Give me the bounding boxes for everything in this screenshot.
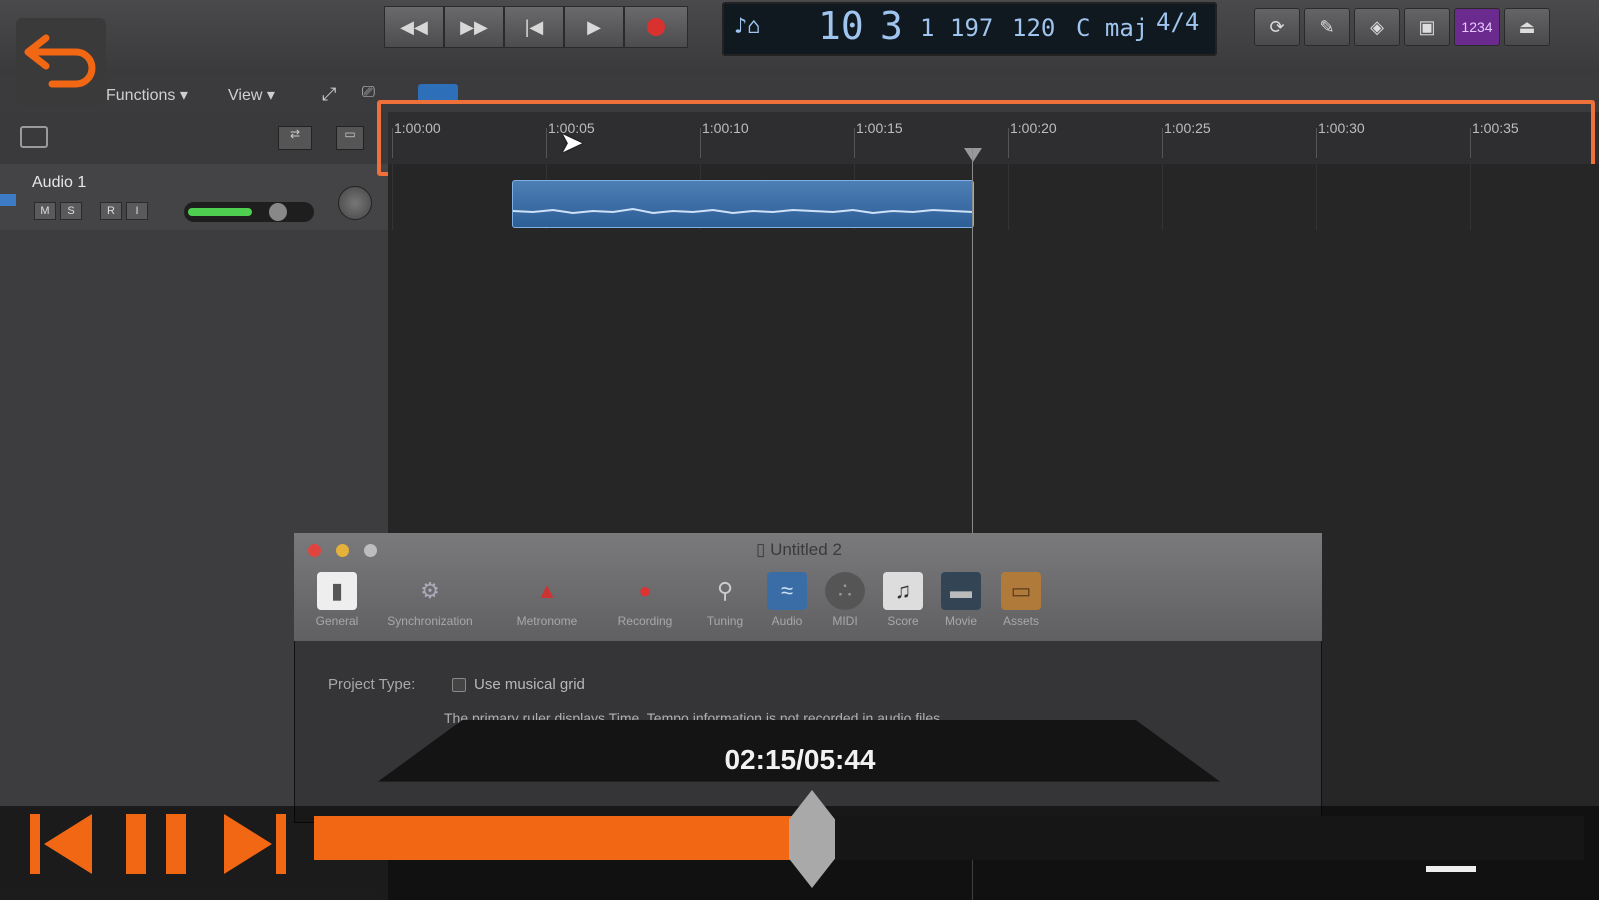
metronome-icon: ⏏ [1518,16,1536,37]
close-window-button[interactable] [308,544,321,557]
rewind-button[interactable]: ◀◀ [384,6,444,48]
tab-recording[interactable]: ● Recording [610,572,680,628]
track-options-button[interactable]: ⇄ [278,126,312,150]
global-tracks-button[interactable]: ▭ [336,126,364,150]
functions-menu[interactable]: Functions ▾ [106,85,188,105]
fast-forward-icon: ▶▶ [460,16,488,37]
record-enable-button[interactable]: R [100,202,122,220]
lcd-tempo: 120 [1012,14,1056,42]
lcd-time-signature: 4/4 [1156,8,1200,36]
audio-region[interactable] [512,180,974,228]
track-header-bar [0,112,388,165]
lcd-division: 1 [920,14,935,42]
metronome-icon: ▲ [536,578,558,603]
musical-grid-label: Use musical grid [474,676,585,693]
pan-knob[interactable] [338,186,372,220]
solo-button[interactable]: ◈ [1354,8,1400,46]
record-button[interactable] [624,6,688,48]
go-to-start-button[interactable]: |◀ [504,6,564,48]
tab-synchronization[interactable]: ⚙ Synchronization [382,572,478,628]
mouse-cursor: ➤ [560,127,584,158]
score-icon: ♫ [883,572,923,610]
rewind-icon: ◀◀ [400,16,428,37]
musical-grid-checkbox[interactable] [452,678,466,692]
record-icon [647,18,665,36]
volume-knob[interactable] [269,203,287,221]
volume-indicator[interactable] [1426,866,1476,872]
counter-badge[interactable]: 1234 [1454,8,1500,46]
next-button[interactable] [220,812,290,876]
solo-icon: ◈ [1370,16,1384,37]
cycle-button[interactable]: ⟳ [1254,8,1300,46]
back-button[interactable] [16,18,106,106]
record-icon: ● [638,578,652,603]
tab-tuning[interactable]: ⚲ Tuning [690,572,760,628]
tab-metronome[interactable]: ▲ Metronome [512,572,582,628]
grid-line [1162,164,1163,230]
count-in-button[interactable]: ▣ [1404,8,1450,46]
add-track-button[interactable] [20,126,48,148]
skip-to-start-icon: |◀ [524,16,544,37]
lcd-display[interactable]: ♪⌂ 10 3 1 197 120 C maj 4/4 [722,2,1217,56]
count-in-icon: ▣ [1418,16,1436,37]
volume-level [188,208,252,216]
dialog-title: ▯ Untitled 2 [756,540,842,559]
track-color-indicator [0,194,16,206]
cycle-icon: ⟳ [1269,16,1285,37]
volume-slider[interactable] [184,202,314,222]
audio-icon: ≈ [767,572,807,610]
midi-icon: ∴ [825,572,865,610]
lcd-tick: 197 [950,14,994,42]
play-icon: ▶ [587,16,601,37]
lcd-bar: 10 [818,4,864,48]
previous-button[interactable] [28,812,98,876]
tab-general[interactable]: ▮ General [302,572,372,628]
track-name[interactable]: Audio 1 [32,174,86,192]
grid-line [1470,164,1471,230]
metronome-button[interactable]: ⏏ [1504,8,1550,46]
input-monitor-button[interactable]: I [126,202,148,220]
expand-icon[interactable]: ⤢ [322,84,336,105]
tab-assets[interactable]: ▭ Assets [986,572,1056,628]
clapboard-icon: ▬ [941,572,981,610]
view-menu[interactable]: View ▾ [228,85,275,105]
play-button[interactable]: ▶ [564,6,624,48]
undo-arrow-icon [24,34,96,88]
zoom-window-button[interactable] [364,544,377,557]
catch-icon[interactable]: ⎚ [362,84,375,102]
minimize-window-button[interactable] [336,544,349,557]
solo-track-button[interactable]: S [60,202,82,220]
metronome-icon: ♪⌂ [734,14,761,39]
grid-line [392,164,393,230]
waveform [512,207,974,215]
grid-line [1316,164,1317,230]
pause-button[interactable] [124,812,190,876]
lcd-beat: 3 [880,4,903,48]
tuner-icon: ✎ [1319,16,1335,37]
fast-forward-button[interactable]: ▶▶ [444,6,504,48]
lcd-key: C maj [1076,14,1149,42]
grid-line [1008,164,1009,230]
briefcase-icon: ▭ [1001,572,1041,610]
progress-fill [314,816,812,860]
gears-icon: ⚙ [420,578,440,603]
general-icon: ▮ [317,572,357,610]
video-timestamp: 02:15/05:44 [724,744,876,775]
project-type-label: Project Type: [328,676,416,693]
tuner-button[interactable]: ✎ [1304,8,1350,46]
tuning-fork-icon: ⚲ [716,578,734,603]
mute-button[interactable]: M [34,202,56,220]
